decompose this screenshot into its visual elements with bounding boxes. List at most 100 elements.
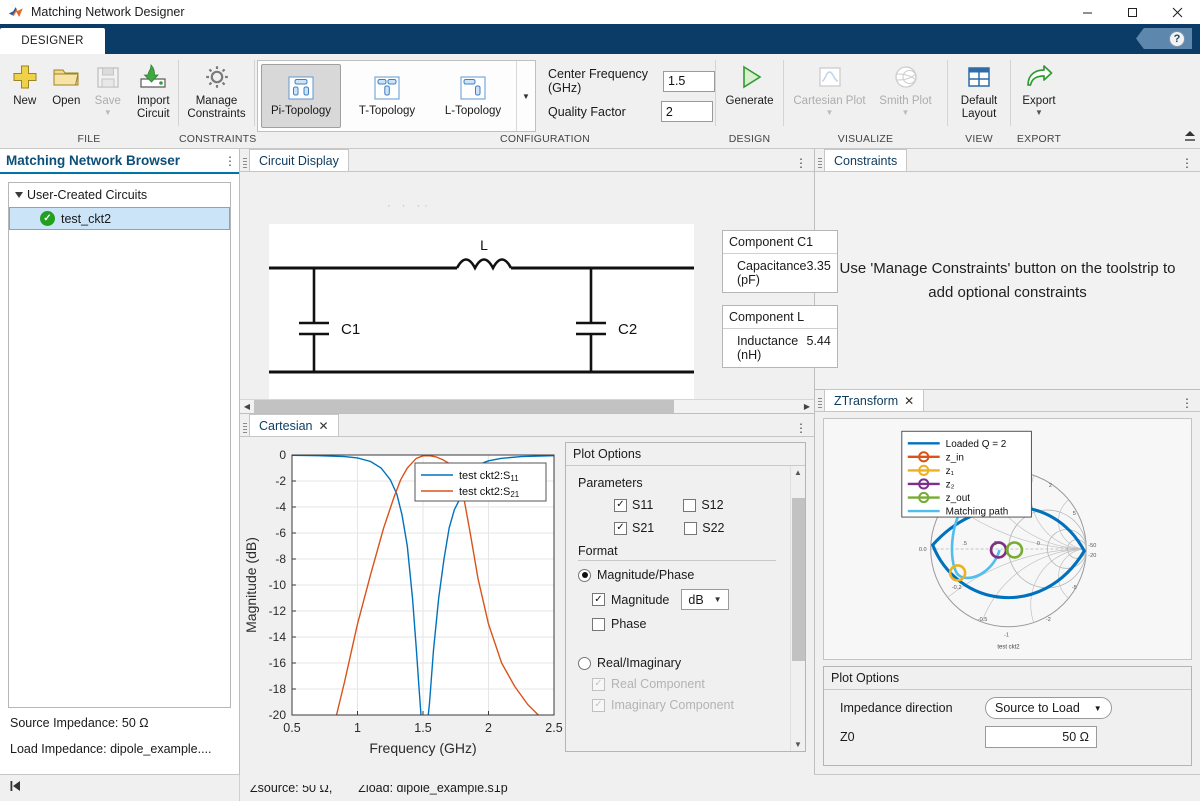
constraints-kebab-menu-icon[interactable]: ⋮	[1178, 158, 1196, 168]
tab-ztransform[interactable]: ZTransform ✕	[824, 389, 924, 411]
checkbox-imaginary-component-label: Imaginary Component	[611, 698, 734, 712]
topology-l-button[interactable]: L-Topology	[433, 64, 513, 128]
checkbox-imaginary-component-box: ✓	[592, 699, 605, 712]
svg-text:Magnitude (dB): Magnitude (dB)	[243, 537, 259, 633]
chevron-down-icon[interactable]: ▼	[104, 109, 112, 117]
circuit-tree[interactable]: User-Created Circuits ✓ test_ckt2	[8, 182, 231, 708]
hscroll-track[interactable]	[254, 400, 800, 413]
radio-magnitude-phase[interactable]: Magnitude/Phase	[578, 568, 780, 582]
tab-cartesian[interactable]: Cartesian ✕	[249, 414, 339, 436]
close-icon[interactable]: ✕	[904, 394, 914, 408]
checkbox-s12-box[interactable]	[683, 499, 696, 512]
topology-pi-label: Pi-Topology	[271, 105, 331, 117]
manage-constraints-button[interactable]: ManageConstraints	[181, 59, 253, 120]
panel-grip-icon[interactable]	[240, 420, 249, 436]
plot-options-vscrollbar[interactable]: ▲ ▼	[790, 466, 805, 751]
svg-text:-14: -14	[269, 630, 287, 644]
maximize-button[interactable]	[1110, 0, 1155, 24]
circuit-display-kebab-menu-icon[interactable]: ⋮	[792, 158, 810, 168]
topology-t-button[interactable]: T-Topology	[347, 64, 427, 128]
chevron-down-icon[interactable]: ▼	[1094, 704, 1102, 713]
export-button[interactable]: Export ▼	[1012, 59, 1066, 117]
help-button[interactable]: ?	[1136, 28, 1192, 49]
circuit-display-hscrollbar[interactable]: ◀ ▶	[240, 399, 814, 413]
topology-l-label: L-Topology	[445, 105, 501, 117]
component-l-row[interactable]: Inductance (nH) 5.44	[723, 329, 837, 367]
center-frequency-input[interactable]	[663, 71, 715, 92]
component-table-l: Component L Inductance (nH) 5.44	[722, 305, 838, 368]
tab-circuit-display[interactable]: Circuit Display	[249, 149, 349, 171]
panel-grip-icon[interactable]	[240, 155, 249, 171]
new-button[interactable]: New	[4, 59, 46, 108]
panel-grip-icon[interactable]	[815, 155, 824, 171]
ztransform-kebab-menu-icon[interactable]: ⋮	[1178, 398, 1196, 408]
tree-item-test-ckt2[interactable]: ✓ test_ckt2	[9, 207, 230, 230]
close-button[interactable]	[1155, 0, 1200, 24]
hscroll-thumb[interactable]	[254, 400, 674, 413]
collapse-ribbon-button[interactable]	[1184, 129, 1196, 146]
cartesian-plot-button[interactable]: Cartesian Plot ▼	[790, 59, 870, 117]
scroll-right-arrow-icon[interactable]: ▶	[800, 402, 814, 411]
cartesian-tabbar: Cartesian ✕ ⋮	[240, 414, 814, 437]
cartesian-chart[interactable]: 0-2-4-6-8-10-12-14-16-18-200.511.522.5Fr…	[240, 437, 565, 785]
checkbox-s11[interactable]: ✓ S11	[614, 498, 653, 512]
smith-plot-button[interactable]: Smith Plot ▼	[870, 59, 942, 117]
vscroll-track[interactable]	[792, 477, 805, 740]
tab-constraints[interactable]: Constraints	[824, 149, 907, 171]
checkbox-s21-box[interactable]: ✓	[614, 522, 627, 535]
chevron-down-icon[interactable]: ▼	[902, 109, 910, 117]
scroll-down-arrow-icon[interactable]: ▼	[794, 740, 802, 749]
component-c1-row[interactable]: Capacitance (pF) 3.35	[723, 254, 837, 292]
tree-root-user-created-circuits[interactable]: User-Created Circuits	[9, 183, 230, 207]
layout-grid-icon	[965, 62, 993, 92]
checkbox-phase-label: Phase	[611, 617, 646, 631]
open-button[interactable]: Open	[46, 59, 88, 108]
checkbox-s22-box[interactable]	[684, 522, 697, 535]
smith-chart-container[interactable]: 0.0.5.20-50-20-0.2-0.5-1-2-525test ckt2L…	[823, 418, 1192, 660]
checkbox-magnitude-box[interactable]: ✓	[592, 593, 605, 606]
new-label: New	[13, 95, 36, 108]
checkbox-phase[interactable]: Phase	[592, 617, 780, 631]
go-to-start-icon[interactable]	[8, 779, 22, 796]
z0-input[interactable]: 50 Ω	[985, 726, 1097, 748]
default-layout-button[interactable]: DefaultLayout	[950, 59, 1008, 120]
svg-text:0.0: 0.0	[919, 547, 927, 553]
quality-factor-input[interactable]	[661, 101, 713, 122]
tab-designer[interactable]: DESIGNER	[0, 28, 105, 54]
magnitude-unit-dropdown[interactable]: dB ▼	[681, 589, 728, 610]
checkbox-real-component-label: Real Component	[611, 677, 705, 691]
checkbox-phase-box[interactable]	[592, 618, 605, 631]
topology-pi-button[interactable]: Pi-Topology	[261, 64, 341, 128]
smith-chart-svg: 0.0.5.20-50-20-0.2-0.5-1-2-525test ckt2L…	[824, 419, 1191, 659]
import-circuit-button[interactable]: ImportCircuit	[129, 59, 178, 120]
checkbox-s12[interactable]: S12	[683, 498, 723, 512]
radio-magnitude-phase-button[interactable]	[578, 569, 591, 582]
load-impedance-text: Load Impedance: dipole_example....	[10, 742, 239, 756]
chevron-down-icon[interactable]: ▼	[826, 109, 834, 117]
impedance-direction-dropdown[interactable]: Source to Load ▼	[985, 697, 1112, 719]
matlab-logo-icon	[8, 4, 24, 20]
save-button[interactable]: Save ▼	[87, 59, 129, 117]
wave-plot-icon	[816, 62, 844, 92]
close-icon[interactable]: ✕	[319, 419, 329, 433]
chevron-down-icon[interactable]: ▼	[714, 595, 722, 604]
chevron-down-icon[interactable]: ▼	[1035, 109, 1043, 117]
scroll-left-arrow-icon[interactable]: ◀	[240, 402, 254, 411]
browser-kebab-menu-icon[interactable]: ⋮	[221, 156, 239, 166]
checkbox-magnitude[interactable]: ✓ Magnitude dB ▼	[592, 589, 780, 610]
checkbox-s22[interactable]: S22	[684, 521, 724, 535]
topology-gallery-more-button[interactable]: ▼	[516, 61, 535, 131]
radio-real-imaginary-button[interactable]	[578, 657, 591, 670]
chevron-down-icon[interactable]	[15, 192, 23, 198]
checkbox-s21[interactable]: ✓ S21	[614, 521, 654, 535]
panel-grip-icon[interactable]	[815, 395, 824, 411]
cartesian-kebab-menu-icon[interactable]: ⋮	[792, 423, 810, 433]
scroll-up-arrow-icon[interactable]: ▲	[794, 468, 802, 477]
generate-button[interactable]: Generate	[719, 59, 781, 108]
minimize-button[interactable]	[1065, 0, 1110, 24]
radio-real-imaginary[interactable]: Real/Imaginary	[578, 656, 780, 670]
svg-text:Frequency (GHz): Frequency (GHz)	[369, 740, 476, 756]
svg-text:-2: -2	[1046, 617, 1051, 623]
vscroll-thumb[interactable]	[792, 498, 805, 661]
checkbox-s11-box[interactable]: ✓	[614, 499, 627, 512]
